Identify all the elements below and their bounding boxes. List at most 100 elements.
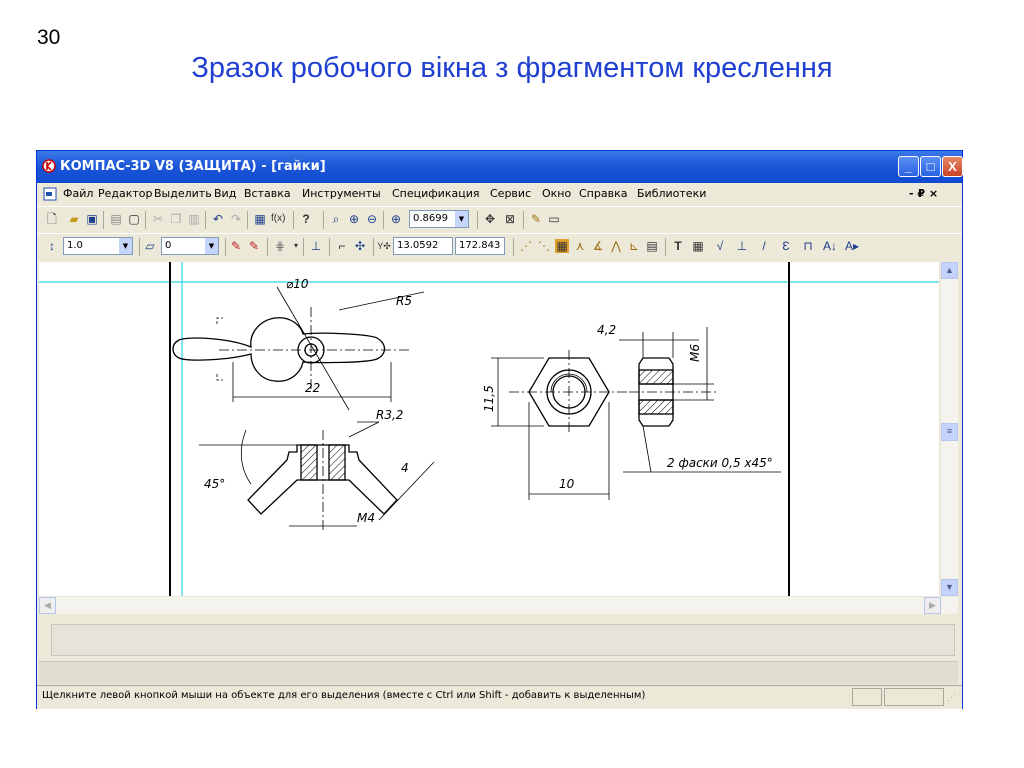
toolbar-separator <box>145 211 146 229</box>
properties-panel[interactable] <box>51 624 955 656</box>
sort-icon[interactable]: A↓ <box>823 239 837 253</box>
grid-icon[interactable]: ⋕ <box>273 239 287 253</box>
undo-icon[interactable]: ↶ <box>211 212 225 226</box>
resize-grip-icon[interactable]: ⋰ <box>947 692 956 703</box>
menu-tools[interactable]: Инструменты <box>302 187 381 200</box>
drawing-canvas[interactable]: ⌀10 R5 22 R3,2 45° M4 4 11,5 10 4,2 M6 2… <box>39 262 939 596</box>
function-icon[interactable]: f(x) <box>271 212 285 226</box>
menu-insert[interactable]: Вставка <box>244 187 291 200</box>
snap-intersect-icon[interactable]: ⋏ <box>573 239 587 253</box>
snap-settings-icon[interactable]: ▤ <box>645 239 659 253</box>
new-file-icon[interactable]: 🗋 <box>45 212 59 226</box>
display-icon[interactable]: ▭ <box>547 212 561 226</box>
snap-normal-icon[interactable]: ⊾ <box>627 239 641 253</box>
base-icon[interactable]: ⊥ <box>735 239 749 253</box>
cut-icon[interactable]: ✂ <box>151 212 165 226</box>
kompas-logo-icon <box>42 159 56 173</box>
scroll-down-button[interactable]: ▼ <box>941 579 958 596</box>
drawing-sheet[interactable]: ⌀10 R5 22 R3,2 45° M4 4 11,5 10 4,2 M6 2… <box>39 262 939 596</box>
scroll-right-button[interactable]: ▶ <box>924 597 941 614</box>
zoom-scale-icon[interactable]: ⊕ <box>389 212 403 226</box>
scroll-thumb[interactable]: ≡ <box>941 423 958 441</box>
chevron-down-icon[interactable]: ▾ <box>289 239 303 253</box>
tools-icon[interactable]: ✎ <box>529 212 543 226</box>
title-bar[interactable]: КОМПАС-3D V8 (ЗАЩИТА) - [гайки] _ □ X <box>37 151 963 183</box>
snap-tangent-icon[interactable]: ⋀ <box>609 239 623 253</box>
copy-icon[interactable]: ❐ <box>169 212 183 226</box>
coord-y-field[interactable]: 172.843 <box>455 237 505 255</box>
mark-icon[interactable]: A▸ <box>845 239 859 253</box>
toolbar-separator <box>665 238 666 256</box>
maximize-button[interactable]: □ <box>920 156 941 177</box>
command-panel[interactable] <box>39 661 958 684</box>
vertical-scrollbar[interactable]: ▲ ≡ ▼ <box>941 262 958 596</box>
current-state-toolbar: ↕ 1.0 ▼ ▱ 0 ▼ ✎ ✎ ⋕ ▾ ⊥ ⌐ ✣ Y✣ 13.0592 1… <box>37 233 962 261</box>
layer-value: 0 <box>165 240 172 251</box>
zoom-window-icon[interactable]: ⌕ <box>329 212 343 226</box>
minimize-button[interactable]: _ <box>898 156 919 177</box>
toolbar-separator <box>513 238 514 256</box>
document-icon[interactable] <box>43 187 57 201</box>
chevron-down-icon[interactable]: ▼ <box>119 238 132 254</box>
snap-center-icon[interactable]: ⋱ <box>537 239 551 253</box>
snap-grid-icon[interactable]: ▦ <box>555 239 569 253</box>
step-icon[interactable]: ↕ <box>45 239 59 253</box>
scroll-left-button[interactable]: ◀ <box>39 597 56 614</box>
snap-angle-icon[interactable]: ∡ <box>591 239 605 253</box>
menu-file[interactable]: Файл <box>63 187 93 200</box>
window-title: КОМПАС-3D V8 (ЗАЩИТА) - [гайки] <box>60 159 326 174</box>
snap-icon[interactable]: ✣ <box>353 239 367 253</box>
roughness-icon[interactable]: √ <box>713 239 727 253</box>
redo-icon[interactable]: ↷ <box>229 212 243 226</box>
document-window-controls[interactable]: - ₽ × <box>909 187 938 200</box>
paste-icon[interactable]: ▥ <box>187 212 201 226</box>
print-icon[interactable]: ▤ <box>109 212 123 226</box>
toolbar-separator <box>323 211 324 229</box>
label-thread-m6: M6 <box>688 344 702 362</box>
style-icon[interactable]: ✎ <box>247 239 261 253</box>
snap-point-icon[interactable]: ⋰ <box>519 239 533 253</box>
zoom-combo[interactable]: 0.8699 ▼ <box>409 210 469 228</box>
open-folder-icon[interactable]: ▰ <box>67 212 81 226</box>
menu-select[interactable]: Выделить <box>154 187 212 200</box>
zoom-in-icon[interactable]: ⊕ <box>347 212 361 226</box>
toolbar-separator <box>329 238 330 256</box>
table-icon[interactable]: ▦ <box>691 239 705 253</box>
local-cs-icon[interactable]: ⊥ <box>309 239 323 253</box>
label-height-115: 11,5 <box>482 385 496 412</box>
toolbar-separator <box>103 211 104 229</box>
horizontal-scrollbar[interactable]: ◀ ▶ <box>39 597 958 614</box>
help-pointer-icon[interactable]: ? <box>299 212 313 226</box>
menu-window[interactable]: Окно <box>542 187 571 200</box>
ortho-icon[interactable]: ⌐ <box>335 239 349 253</box>
print-preview-icon[interactable]: ▢ <box>127 212 141 226</box>
save-icon[interactable]: ▣ <box>85 212 99 226</box>
scroll-up-button[interactable]: ▲ <box>941 262 958 279</box>
status-message: Щелкните левой кнопкой мыши на объекте д… <box>42 690 646 701</box>
chevron-down-icon[interactable]: ▼ <box>455 211 468 227</box>
close-button[interactable]: X <box>942 156 963 177</box>
manager-icon[interactable]: ▦ <box>253 212 267 226</box>
show-all-icon[interactable]: ⊠ <box>503 212 517 226</box>
standard-toolbar: 🗋 ▰ ▣ ▤ ▢ ✂ ❐ ▥ ↶ ↷ ▦ f(x) ? ⌕ ⊕ ⊖ ⊕ 0.8… <box>37 206 962 234</box>
text-icon[interactable]: T <box>671 239 685 253</box>
tolerance-icon[interactable]: ⊓ <box>801 239 815 253</box>
toolbar-separator <box>267 238 268 256</box>
layer-combo[interactable]: 0 ▼ <box>161 237 219 255</box>
pan-icon[interactable]: ✥ <box>483 212 497 226</box>
label-radius-r5: R5 <box>396 294 412 308</box>
leader-icon[interactable]: / <box>757 239 771 253</box>
properties-icon[interactable]: ✎ <box>229 239 243 253</box>
menu-libraries[interactable]: Библиотеки <box>637 187 706 200</box>
coord-x-field[interactable]: 13.0592 <box>393 237 453 255</box>
menu-view[interactable]: Вид <box>214 187 236 200</box>
zoom-out-icon[interactable]: ⊖ <box>365 212 379 226</box>
menu-service[interactable]: Сервис <box>490 187 531 200</box>
position-icon[interactable]: Ɛ <box>779 239 793 253</box>
menu-specification[interactable]: Спецификация <box>392 187 479 200</box>
menu-edit[interactable]: Редактор <box>98 187 153 200</box>
chevron-down-icon[interactable]: ▼ <box>205 238 218 254</box>
layer-icon[interactable]: ▱ <box>143 239 157 253</box>
menu-help[interactable]: Справка <box>579 187 627 200</box>
line-step-combo[interactable]: 1.0 ▼ <box>63 237 133 255</box>
